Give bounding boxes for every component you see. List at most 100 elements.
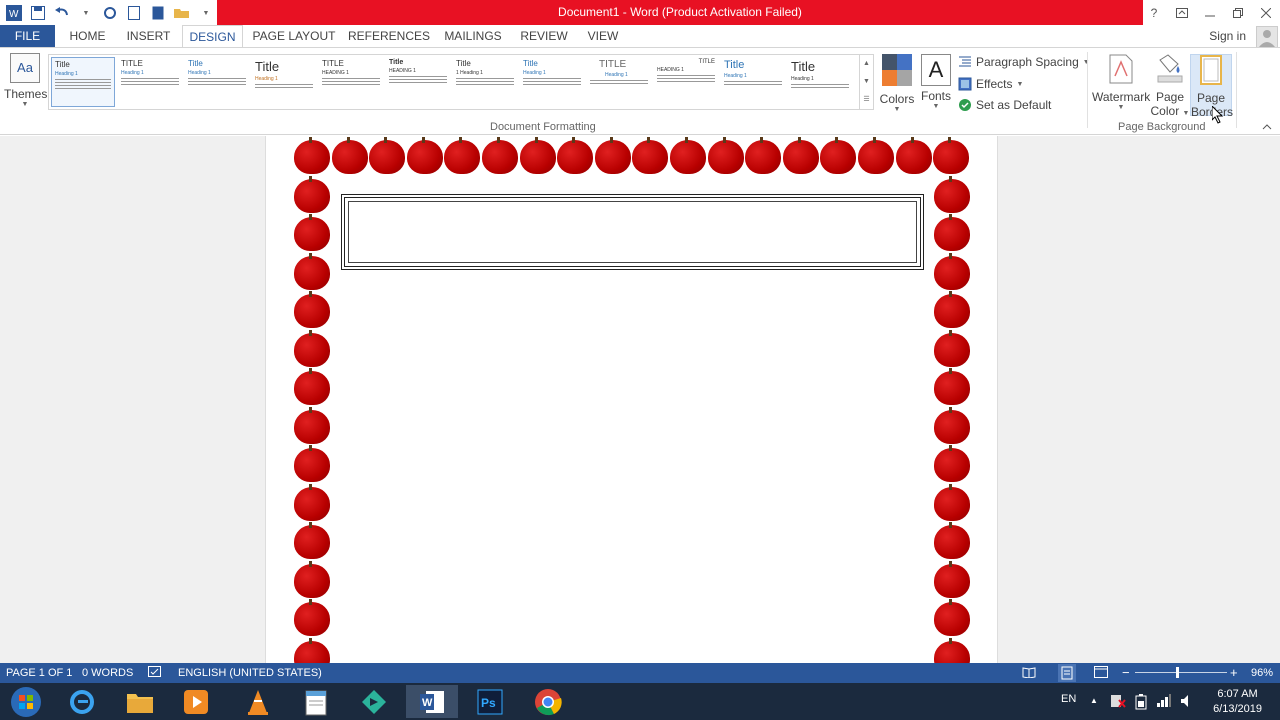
show-hidden-icons-icon[interactable]: ▲ (1090, 696, 1098, 705)
tab-home[interactable]: HOME (60, 25, 115, 47)
style-set-heading: Heading 1 (55, 71, 78, 77)
style-set-item[interactable]: Title Heading 1 (51, 57, 115, 107)
colors-button[interactable]: Colors ▼ (878, 54, 916, 113)
tab-page-layout[interactable]: PAGE LAYOUT (250, 25, 338, 47)
new-document-icon[interactable] (124, 3, 144, 23)
word-app-icon[interactable]: W (4, 3, 24, 23)
apple-border-icon (294, 175, 330, 213)
page-borders-icon (1191, 55, 1231, 88)
chrome-icon[interactable] (522, 685, 574, 718)
open-folder-icon[interactable] (172, 3, 192, 23)
filmora-icon[interactable] (348, 685, 400, 718)
page-color-icon (1150, 54, 1190, 87)
save-icon[interactable] (28, 3, 48, 23)
zoom-slider-thumb[interactable] (1176, 667, 1179, 678)
style-set-item[interactable]: Title Heading 1 (721, 57, 785, 107)
page-count[interactable]: PAGE 1 OF 1 (6, 667, 72, 679)
tab-mailings[interactable]: MAILINGS (440, 25, 506, 47)
print-layout-icon[interactable] (1058, 664, 1076, 682)
page-color-button[interactable]: Page Color ▼ (1150, 54, 1190, 118)
style-set-title: TITLE (599, 59, 627, 70)
vlc-icon[interactable] (232, 685, 284, 718)
input-language[interactable]: EN (1061, 693, 1076, 705)
avatar[interactable] (1256, 26, 1278, 48)
photoshop-icon[interactable]: Ps (464, 685, 516, 718)
undo-dropdown-icon[interactable]: ▼ (76, 3, 96, 23)
tab-file[interactable]: FILE (0, 25, 55, 47)
system-clock[interactable]: 6:07 AM 6/13/2019 (1213, 687, 1262, 717)
restore-button[interactable] (1224, 0, 1252, 25)
window-title: Document1 - Word (Product Activation Fai… (558, 5, 802, 19)
file-explorer-icon[interactable] (114, 685, 166, 718)
watermark-button[interactable]: Watermark ▼ (1092, 54, 1150, 111)
themes-dropdown-icon: ▼ (21, 101, 29, 108)
group-separator (1087, 52, 1088, 128)
apple-border-icon (934, 214, 970, 251)
document-page[interactable] (265, 136, 998, 663)
zoom-out-icon[interactable]: − (1122, 665, 1130, 680)
notepad-icon[interactable] (290, 685, 342, 718)
tab-references[interactable]: REFERENCES (348, 25, 430, 47)
ribbon-display-options-icon[interactable] (1168, 0, 1196, 25)
apple-border-icon (294, 252, 330, 290)
internet-explorer-icon[interactable] (56, 685, 108, 718)
gallery-more-icon[interactable]: ☰ (860, 91, 873, 109)
zoom-level[interactable]: 96% (1251, 667, 1273, 679)
customize-qat-icon[interactable]: ▼ (196, 3, 216, 23)
fonts-button[interactable]: A Fonts ▼ (918, 54, 954, 110)
tab-design[interactable]: DESIGN (182, 25, 243, 48)
start-button[interactable] (0, 685, 52, 718)
help-button[interactable]: ? (1140, 0, 1168, 25)
network-icon[interactable] (1156, 694, 1172, 711)
close-button[interactable] (1252, 0, 1280, 25)
style-set-item[interactable]: Title 1 Heading 1 (453, 57, 517, 107)
set-as-default-button[interactable]: Set as Default (958, 98, 1051, 112)
battery-icon[interactable] (1135, 694, 1147, 713)
page-borders-label: PageBorders (1191, 91, 1233, 119)
minimize-button[interactable] (1196, 0, 1224, 25)
action-center-icon[interactable] (1110, 694, 1126, 711)
tab-insert[interactable]: INSERT (121, 25, 176, 47)
collapse-ribbon-icon[interactable] (1262, 122, 1272, 133)
media-player-icon[interactable] (170, 685, 222, 718)
language-indicator[interactable]: ENGLISH (UNITED STATES) (178, 667, 322, 679)
style-set-item[interactable]: Title Heading 1 (185, 57, 249, 107)
proofing-icon[interactable] (148, 666, 162, 681)
sign-in-link[interactable]: Sign in (1209, 29, 1246, 43)
apple-border-icon (895, 137, 932, 174)
page-borders-button[interactable]: PageBorders (1190, 54, 1233, 119)
undo-icon[interactable] (52, 3, 72, 23)
tab-review[interactable]: REVIEW (516, 25, 572, 47)
gallery-scroll-up-icon[interactable]: ▲ (860, 55, 873, 73)
word-count[interactable]: 0 WORDS (82, 667, 133, 679)
apple-border-icon (858, 137, 894, 174)
effects-button[interactable]: Effects ▼ (958, 77, 1023, 91)
web-layout-icon[interactable] (1094, 666, 1108, 681)
text-box[interactable] (341, 194, 924, 270)
zoom-slider-track[interactable] (1135, 672, 1227, 673)
style-set-item[interactable]: Title Heading 1 (252, 57, 316, 107)
apple-border-icon (294, 329, 330, 367)
print-preview-icon[interactable] (148, 3, 168, 23)
tab-view[interactable]: VIEW (580, 25, 626, 47)
read-mode-icon[interactable] (1022, 666, 1036, 681)
apple-border-icon (369, 137, 406, 174)
style-set-heading: Heading 1 (523, 70, 546, 76)
apple-border-icon (632, 137, 669, 174)
style-set-item[interactable]: TITLE Heading 1 (118, 57, 182, 107)
taskbar: W Ps EN ▲ 6:07 AM 6/13/2019 (0, 683, 1280, 720)
word-taskbar-icon[interactable]: W (406, 685, 458, 718)
volume-icon[interactable] (1180, 694, 1194, 711)
themes-button[interactable]: Aa Themes ▼ (4, 53, 47, 108)
style-set-item[interactable]: Title HEADING 1 (386, 57, 450, 107)
zoom-in-icon[interactable]: + (1230, 665, 1238, 680)
gallery-scroll-down-icon[interactable]: ▼ (860, 73, 873, 91)
paragraph-spacing-button[interactable]: Paragraph Spacing ▼ (958, 55, 1090, 69)
watermark-label: Watermark (1092, 90, 1151, 104)
style-set-item[interactable]: Title Heading 1 (788, 57, 852, 107)
style-set-item[interactable]: TITLE HEADING 1 (319, 57, 383, 107)
style-set-item[interactable]: TITLE HEADING 1 (654, 57, 718, 107)
redo-icon[interactable] (100, 3, 120, 23)
style-set-item[interactable]: Title Heading 1 (520, 57, 584, 107)
style-set-item[interactable]: TITLE Heading 1 (587, 57, 651, 107)
